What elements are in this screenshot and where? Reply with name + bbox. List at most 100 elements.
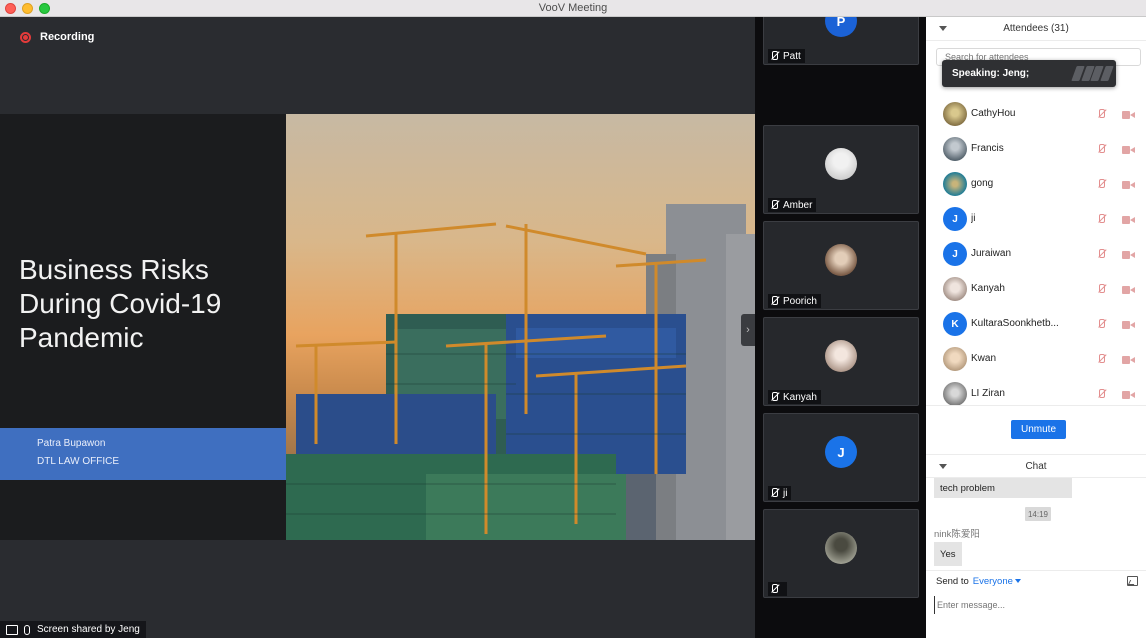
- collapse-video-strip-button[interactable]: ›: [741, 314, 755, 346]
- tile-name-tag: Kanyah: [768, 390, 821, 404]
- chat-message: Yes: [934, 542, 962, 566]
- camera-off-icon[interactable]: [1122, 146, 1135, 154]
- send-to-target[interactable]: Everyone: [973, 576, 1013, 587]
- avatar: K: [943, 312, 967, 336]
- tile-name: Patt: [783, 50, 801, 62]
- speaking-tooltip: Speaking: Jeng;: [942, 60, 1116, 87]
- recording-indicator[interactable]: Recording: [20, 31, 94, 43]
- camera-off-icon[interactable]: [1122, 251, 1135, 259]
- attendee-row[interactable]: K KultaraSoonkhetb...: [926, 307, 1146, 342]
- camera-off-icon[interactable]: [1122, 391, 1135, 399]
- camera-off-icon[interactable]: [1122, 181, 1135, 189]
- attendees-header[interactable]: Attendees (31): [926, 17, 1146, 41]
- chat-sender: nink陈爱阳: [934, 529, 980, 540]
- avatar: [825, 532, 857, 564]
- tile-name: Amber: [783, 199, 813, 211]
- mic-muted-icon: [770, 296, 779, 306]
- attendee-name: LI Ziran: [971, 388, 1005, 399]
- camera-off-icon[interactable]: [1122, 321, 1135, 329]
- video-tile[interactable]: Poorich: [763, 221, 919, 310]
- camera-off-icon[interactable]: [1122, 216, 1135, 224]
- mic-muted-icon[interactable]: [1098, 319, 1106, 330]
- video-tile[interactable]: J ji: [763, 413, 919, 502]
- tile-name-tag: [768, 582, 787, 596]
- attendee-row[interactable]: Kanyah: [926, 272, 1146, 307]
- attendee-row[interactable]: Kwan: [926, 342, 1146, 377]
- mic-muted-icon[interactable]: [1098, 109, 1106, 120]
- screen-shared-by-label: Screen shared by Jeng: [37, 624, 140, 635]
- mic-muted-icon: [770, 488, 779, 498]
- attendee-name: Kwan: [971, 353, 997, 364]
- attendee-name: Kanyah: [971, 283, 1005, 294]
- mic-muted-icon[interactable]: [1098, 179, 1106, 190]
- attendee-name: KultaraSoonkhetb...: [971, 318, 1059, 329]
- video-tile-strip: P Patt Amber Poorich Kanyah J ji: [755, 17, 926, 638]
- attendee-row[interactable]: J Juraiwan: [926, 237, 1146, 272]
- video-tile[interactable]: P Patt: [763, 17, 919, 65]
- dropdown-caret-icon[interactable]: [1014, 579, 1021, 584]
- mic-muted-icon: [770, 584, 779, 594]
- slide-title: Business Risks During Covid-19 Pandemic: [19, 254, 222, 353]
- mic-muted-icon: [770, 51, 779, 61]
- avatar: [943, 172, 967, 196]
- tile-name-tag: Patt: [768, 49, 805, 63]
- microphone-icon: [24, 624, 30, 635]
- unmute-button[interactable]: Unmute: [1011, 420, 1066, 439]
- screen-share-stage: Recording Business Risks During Covid-19…: [0, 17, 755, 638]
- chat-timestamp: 14:19: [1025, 507, 1051, 521]
- avatar: J: [825, 436, 857, 468]
- avatar: J: [943, 207, 967, 231]
- camera-off-icon[interactable]: [1122, 111, 1135, 119]
- tile-name: ji: [783, 487, 788, 499]
- send-to-selector[interactable]: Send to Everyone: [936, 576, 1021, 587]
- slide-organization: DTL LAW OFFICE: [37, 456, 120, 467]
- chat-composer: Send to Everyone: [926, 570, 1146, 638]
- video-tile[interactable]: Amber: [763, 125, 919, 214]
- chat-messages: tech problem 14:19 nink陈爱阳 Yes: [926, 478, 1146, 570]
- slide-author: Patra Bupawon: [37, 438, 106, 449]
- shared-slide: Business Risks During Covid-19 Pandemic …: [0, 114, 755, 540]
- voov-meeting-window: VooV Meeting Recording Business Risks Du…: [0, 0, 1146, 638]
- camera-off-icon[interactable]: [1122, 286, 1135, 294]
- chat-message-input[interactable]: [934, 596, 1139, 614]
- side-panel: Attendees (31) Speaking: Jeng; CathyHou …: [926, 17, 1146, 638]
- construction-cranes-photo: [286, 114, 755, 540]
- attendee-row[interactable]: gong: [926, 167, 1146, 202]
- attendee-row[interactable]: Francis: [926, 132, 1146, 167]
- attendee-name: ji: [971, 213, 976, 224]
- avatar: [943, 347, 967, 371]
- avatar: [825, 148, 857, 180]
- record-icon: [20, 31, 31, 43]
- tile-name: Poorich: [783, 295, 817, 307]
- attendee-row[interactable]: J ji: [926, 202, 1146, 237]
- attendee-row[interactable]: CathyHou: [926, 97, 1146, 132]
- mic-muted-icon[interactable]: [1098, 249, 1106, 260]
- mic-muted-icon[interactable]: [1098, 144, 1106, 155]
- video-tile[interactable]: [763, 509, 919, 598]
- mic-muted-icon[interactable]: [1098, 284, 1106, 295]
- send-to-label: Send to: [936, 576, 969, 587]
- attendee-name: gong: [971, 178, 994, 189]
- avatar: [943, 277, 967, 301]
- avatar: [825, 340, 857, 372]
- avatar: J: [943, 242, 967, 266]
- mic-muted-icon[interactable]: [1098, 389, 1106, 400]
- tile-name-tag: Amber: [768, 198, 817, 212]
- send-image-icon[interactable]: [1127, 576, 1138, 586]
- avatar: [943, 137, 967, 161]
- chat-message: tech problem: [934, 478, 1072, 498]
- avatar: [943, 102, 967, 126]
- mic-muted-icon[interactable]: [1098, 354, 1106, 365]
- screen-share-icon: [6, 624, 18, 635]
- camera-off-icon[interactable]: [1122, 356, 1135, 364]
- attendee-name: Francis: [971, 143, 1004, 154]
- attendees-title: Attendees (31): [1003, 23, 1069, 34]
- audio-wave-icon: [1071, 66, 1113, 81]
- window-title: VooV Meeting: [538, 2, 608, 14]
- video-tile[interactable]: Kanyah: [763, 317, 919, 406]
- avatar: [943, 382, 967, 406]
- mic-muted-icon[interactable]: [1098, 214, 1106, 225]
- attendee-name: Juraiwan: [971, 248, 1012, 259]
- screen-share-status-bar: Screen shared by Jeng: [0, 621, 146, 638]
- chat-header[interactable]: Chat: [926, 454, 1146, 478]
